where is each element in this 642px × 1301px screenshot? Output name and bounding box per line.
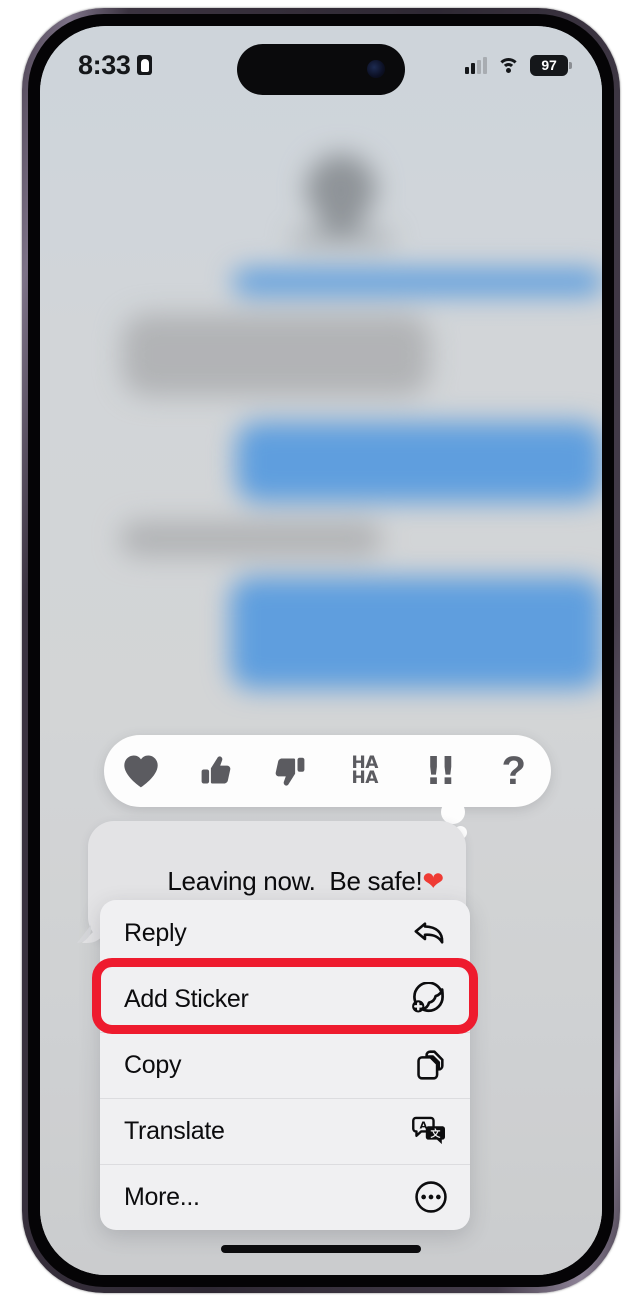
phone-bezel: 8:33 97 HA HA !! ? Leaving now. Be safe!… [28,14,614,1287]
battery-icon: 97 [530,54,572,76]
wifi-icon [497,57,520,74]
tapback-exclamation-button[interactable]: !! [410,743,468,799]
dynamic-island[interactable] [237,44,405,95]
phone-screen: 8:33 97 HA HA !! ? Leaving now. Be safe!… [40,26,602,1275]
status-bar-right: 97 [465,54,572,76]
tapback-haha-button[interactable]: HA HA [336,743,394,799]
message-context-menu[interactable]: Reply Add Sticker Copy Translate A 文 Mor… [100,900,470,1230]
menu-item-add-sticker[interactable]: Add Sticker [100,966,470,1032]
menu-item-translate[interactable]: Translate A 文 [100,1098,470,1164]
tapback-heart-button[interactable] [112,743,170,799]
menu-item-reply[interactable]: Reply [100,900,470,966]
menu-item-copy[interactable]: Copy [100,1032,470,1098]
tapback-thumbs-down-button[interactable] [261,743,319,799]
tapback-tail-dot-large [441,800,465,824]
home-indicator[interactable] [221,1245,421,1253]
svg-text:文: 文 [430,1127,440,1140]
heart-emoji: ❤ [422,867,444,897]
heart-icon [121,753,161,789]
question-mark-icon: ? [501,749,526,793]
tapback-question-button[interactable]: ? [485,743,543,799]
front-camera-icon [367,60,385,78]
cellular-bars-icon [465,56,487,74]
sticker-plus-icon [408,980,448,1018]
thumbs-down-icon [271,753,309,789]
ellipsis-circle-icon [408,1178,448,1216]
battery-level-text: 97 [541,57,557,73]
translate-bubbles-icon: A 文 [408,1112,448,1150]
thumbs-up-icon [197,753,235,789]
tapback-thumbs-up-button[interactable] [187,743,245,799]
menu-item-label: Copy [124,1050,182,1079]
copy-documents-icon [408,1046,448,1084]
phone-frame: 8:33 97 HA HA !! ? Leaving now. Be safe!… [22,8,620,1293]
menu-item-label: Translate [124,1116,225,1145]
menu-item-label: More... [124,1182,200,1211]
haha-icon: HA HA [351,753,379,788]
status-bar-left: 8:33 [78,49,153,81]
message-text: Leaving now. Be safe! [167,866,423,896]
reply-arrow-icon [408,914,448,952]
menu-item-label: Reply [124,918,187,947]
tapback-reaction-bar[interactable]: HA HA !! ? [104,735,551,807]
focus-person-icon [137,55,153,75]
status-time: 8:33 [78,49,131,80]
double-exclamation-icon: !! [424,749,457,793]
menu-item-label: Add Sticker [124,984,249,1013]
menu-item-more[interactable]: More... [100,1164,470,1230]
